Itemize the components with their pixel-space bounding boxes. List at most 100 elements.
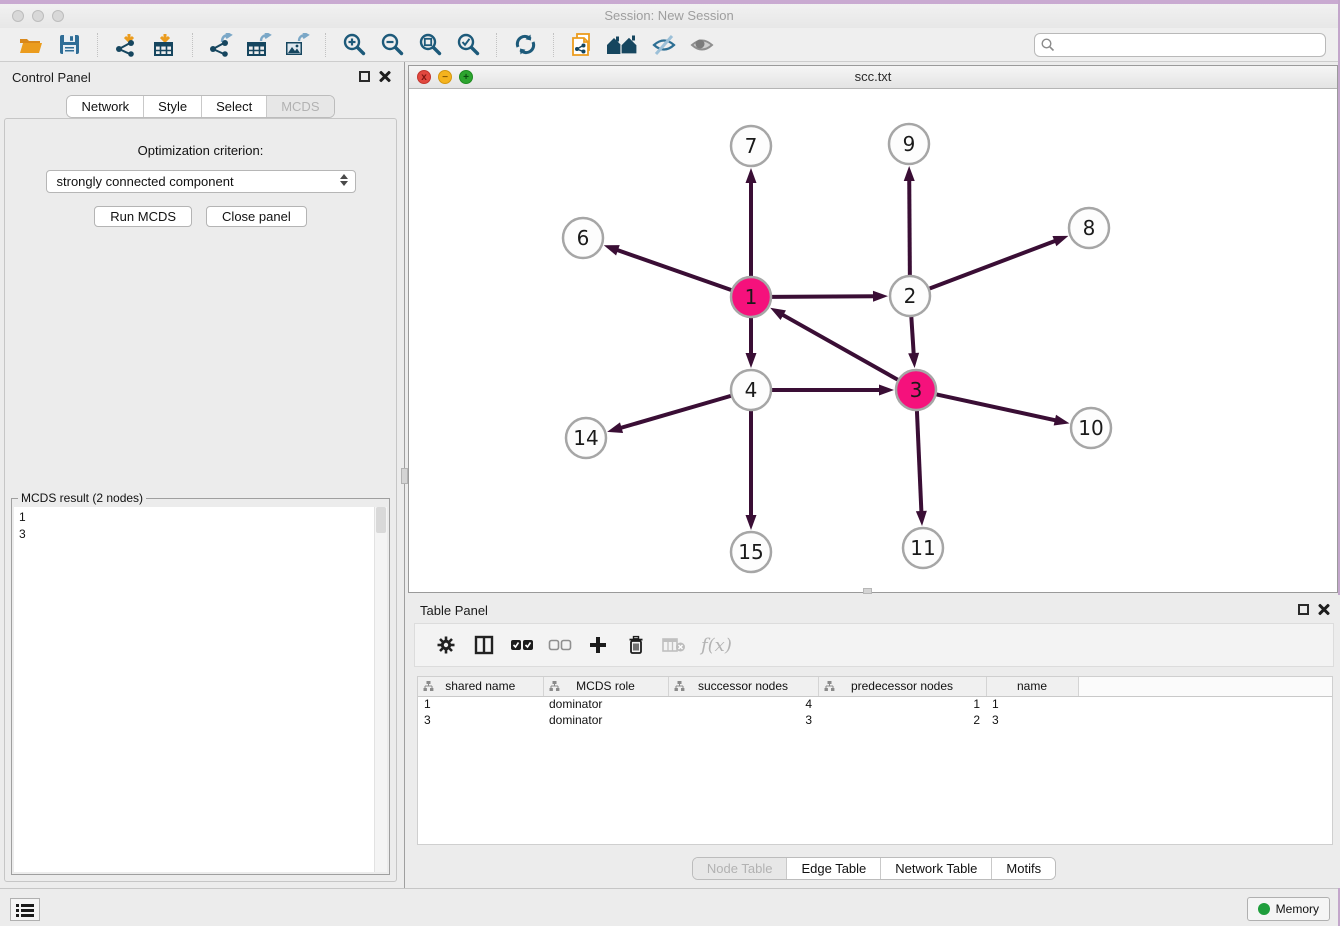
graph-node-label-4: 4 [745,378,758,402]
network-graph[interactable]: 7968124314101511 [409,89,1337,593]
show-columns-button[interactable] [468,629,500,661]
float-table-panel-icon[interactable] [1298,604,1309,615]
table-panel-title: Table Panel [420,603,488,618]
graph-edge-2-3 [911,317,913,356]
column-header-predecessor-nodes[interactable]: predecessor nodes [818,677,986,696]
table-header-row[interactable]: shared nameMCDS rolesuccessor nodesprede… [418,677,1332,696]
statusbar: Memory [0,888,1338,926]
search-icon [1041,38,1055,52]
table-tab-edge-table[interactable]: Edge Table [787,858,881,879]
vertical-splitter[interactable] [401,62,408,888]
float-panel-icon[interactable] [359,71,370,82]
minimize-network-button[interactable]: − [438,70,452,84]
node-table[interactable]: shared nameMCDS rolesuccessor nodesprede… [417,676,1333,845]
run-mcds-button[interactable]: Run MCDS [94,206,192,227]
search-box[interactable] [1034,33,1326,57]
export-image-button[interactable] [282,31,312,59]
table-cell[interactable]: 1 [418,696,543,712]
mcds-result-textarea[interactable]: 1 3 [14,507,387,872]
zoom-in-icon [343,33,366,56]
clone-network-icon [571,33,593,57]
task-history-button[interactable] [10,898,40,921]
result-scrollbar[interactable] [374,507,387,872]
column-type-icon [549,681,560,692]
delete-table-button [658,629,690,661]
close-panel-button[interactable]: Close panel [206,206,307,227]
column-header-successor-nodes[interactable]: successor nodes [668,677,818,696]
tab-mcds[interactable]: MCDS [267,96,333,117]
tab-select[interactable]: Select [202,96,267,117]
minimize-window-button[interactable] [32,10,44,22]
table-body: 1dominator4113dominator323 [418,696,1332,728]
save-icon [59,34,80,55]
close-table-panel-icon[interactable] [1318,603,1330,615]
memory-button[interactable]: Memory [1247,897,1330,921]
refresh-button[interactable] [510,31,540,59]
table-tab-motifs[interactable]: Motifs [992,858,1055,879]
table-cell[interactable]: 2 [818,712,986,728]
table-cell[interactable]: 4 [668,696,818,712]
zoom-out-button[interactable] [377,31,407,59]
select-all-columns-button[interactable] [506,629,538,661]
home-layout-button[interactable] [605,31,641,59]
table-tab-network-table[interactable]: Network Table [881,858,992,879]
mcds-result-fieldset: MCDS result (2 nodes) 1 3 [11,491,390,875]
export-image-icon [284,33,310,57]
table-cell[interactable]: 3 [418,712,543,728]
graph-edge-arrowhead [1052,236,1068,246]
graph-edge-arrowhead [1054,415,1070,426]
session-title: Session: New Session [0,4,1338,28]
export-table-button[interactable] [244,31,274,59]
control-panel-header: Control Panel [0,62,401,92]
import-network-button[interactable] [111,31,141,59]
table-cell[interactable]: 1 [986,696,1078,712]
window-controls[interactable] [12,10,64,22]
zoom-in-button[interactable] [339,31,369,59]
graph-edge-arrowhead [770,308,786,320]
column-header-MCDS-role[interactable]: MCDS role [543,677,668,696]
network-window-controls[interactable]: x − + [417,70,473,84]
close-network-button[interactable]: x [417,70,431,84]
tab-style[interactable]: Style [144,96,202,117]
column-header-name[interactable]: name [986,677,1078,696]
import-table-button[interactable] [149,31,179,59]
graph-edge-arrowhead [604,245,620,255]
horizontal-splitter-handle[interactable] [863,588,872,594]
export-network-button[interactable] [206,31,236,59]
add-column-button[interactable] [582,629,614,661]
table-row[interactable]: 3dominator323 [418,712,1332,728]
search-input[interactable] [1060,38,1319,52]
zoom-selected-button[interactable] [453,31,483,59]
unselect-all-columns-icon [548,638,572,652]
hide-details-button[interactable] [649,31,679,59]
delete-column-button[interactable] [620,629,652,661]
show-details-button[interactable] [687,31,717,59]
graph-node-label-10: 10 [1078,416,1103,440]
maximize-network-button[interactable]: + [459,70,473,84]
zoom-window-button[interactable] [52,10,64,22]
table-row[interactable]: 1dominator411 [418,696,1332,712]
save-session-button[interactable] [54,31,84,59]
table-cell[interactable]: dominator [543,696,668,712]
table-cell[interactable]: 1 [818,696,986,712]
table-tab-node-table[interactable]: Node Table [693,858,788,879]
close-panel-icon[interactable] [379,70,391,82]
delete-table-icon [662,637,686,653]
close-window-button[interactable] [12,10,24,22]
tab-network[interactable]: Network [67,96,144,117]
open-session-button[interactable] [16,31,46,59]
table-settings-button[interactable] [430,629,462,661]
column-header-shared-name[interactable]: shared name [418,677,543,696]
zoom-fit-button[interactable] [415,31,445,59]
clone-network-button[interactable] [567,31,597,59]
table-cell[interactable]: dominator [543,712,668,728]
table-cell[interactable]: 3 [986,712,1078,728]
table-cell[interactable]: 3 [668,712,818,728]
graph-edge-3-11 [917,411,922,514]
network-canvas[interactable]: 7968124314101511 [409,89,1337,592]
function-builder-button: f(x) [701,635,732,656]
graph-edge-arrowhead [746,353,757,368]
unselect-all-columns-button[interactable] [544,629,576,661]
criterion-dropdown[interactable]: strongly connected component [46,170,356,193]
home-icon [606,34,640,56]
